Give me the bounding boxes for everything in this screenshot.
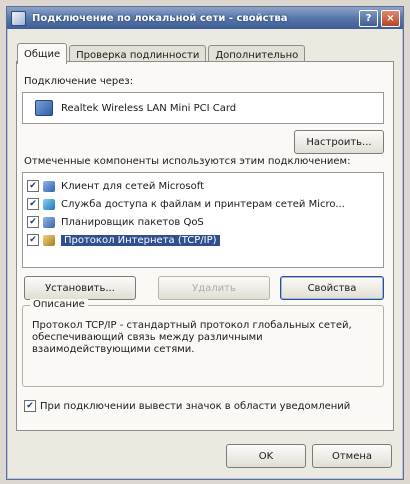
list-item-label: Планировщик пакетов QoS — [61, 216, 204, 228]
configure-button[interactable]: Настроить... — [294, 130, 384, 154]
network-adapter-icon — [35, 100, 53, 116]
checkbox[interactable]: ✔ — [27, 198, 39, 210]
show-icon-checkbox[interactable]: ✔ — [24, 400, 36, 412]
components-list[interactable]: ✔ Клиент для сетей Microsoft ✔ Служба до… — [22, 172, 384, 268]
cancel-button[interactable]: Отмена — [312, 444, 392, 468]
checkbox[interactable]: ✔ — [27, 216, 39, 228]
list-item[interactable]: ✔ Планировщик пакетов QoS — [27, 215, 204, 229]
close-button[interactable]: × — [381, 9, 400, 27]
adapter-field: Realtek Wireless LAN Mini PCI Card — [22, 92, 384, 124]
components-label: Отмеченные компоненты используются этим … — [24, 156, 351, 167]
checkbox[interactable]: ✔ — [27, 234, 39, 246]
network-connection-icon — [11, 10, 26, 26]
install-button[interactable]: Установить... — [24, 276, 136, 300]
list-item[interactable]: ✔ Служба доступа к файлам и принтерам се… — [27, 197, 345, 211]
show-icon-label: При подключении вывести значок в области… — [40, 400, 351, 412]
list-item-label: Протокол Интернета (TCP/IP) — [61, 234, 220, 246]
help-button[interactable]: ? — [359, 9, 378, 27]
adapter-name: Realtek Wireless LAN Mini PCI Card — [61, 102, 237, 114]
connect-via-label: Подключение через: — [24, 76, 134, 87]
list-item[interactable]: ✔ Клиент для сетей Microsoft — [27, 179, 204, 193]
ok-button[interactable]: OK — [226, 444, 306, 468]
show-icon-option[interactable]: ✔ При подключении вывести значок в облас… — [24, 400, 350, 412]
description-title: Описание — [30, 299, 88, 310]
remove-button[interactable]: Удалить — [158, 276, 270, 300]
window-title: Подключение по локальной сети - свойства — [32, 12, 288, 24]
network-client-icon — [43, 180, 55, 192]
qos-icon — [43, 216, 55, 228]
tab-strip: Общие Проверка подлинности Дополнительно — [17, 43, 307, 64]
tab-general[interactable]: Общие — [17, 43, 68, 64]
list-item-label: Служба доступа к файлам и принтерам сете… — [61, 198, 345, 210]
description-text: Протокол TCP/IP - стандартный протокол г… — [32, 320, 352, 355]
checkbox[interactable]: ✔ — [27, 180, 39, 192]
properties-button[interactable]: Свойства — [280, 276, 384, 300]
list-item-label: Клиент для сетей Microsoft — [61, 180, 204, 192]
file-sharing-icon — [43, 198, 55, 210]
protocol-icon — [43, 234, 55, 246]
title-bar[interactable]: Подключение по локальной сети - свойства… — [7, 7, 403, 29]
list-item-selected[interactable]: ✔ Протокол Интернета (TCP/IP) — [27, 233, 220, 247]
